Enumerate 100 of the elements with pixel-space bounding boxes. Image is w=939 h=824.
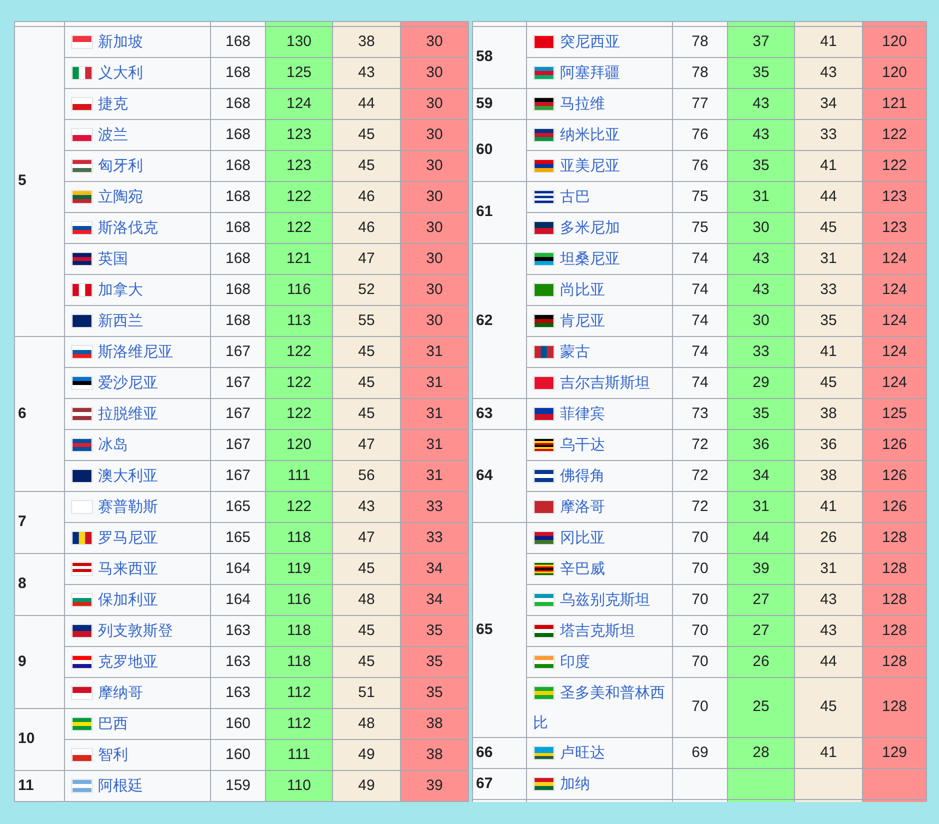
flag-icon — [71, 221, 93, 236]
flag-icon — [533, 746, 555, 760]
flag-icon — [71, 717, 93, 732]
table-cell: 123 — [862, 182, 926, 212]
table-cell: 112 — [266, 708, 332, 740]
table-cell: 128 — [862, 646, 926, 678]
table-cell: 35 — [400, 646, 468, 678]
rank-cell: 8 — [14, 554, 64, 616]
table-cell: 74 — [672, 306, 728, 336]
table-cell: 168 — [210, 244, 266, 274]
table-cell: 48 — [332, 708, 400, 740]
flag-icon — [533, 97, 555, 112]
table-cell: 122 — [862, 120, 926, 150]
table-cell: 45 — [794, 212, 862, 244]
table-cell: 33 — [794, 274, 862, 306]
table-cell: 31 — [728, 182, 794, 212]
table-cell: 41 — [794, 492, 862, 522]
table-cell: 125 — [862, 398, 926, 430]
table-cell: 31 — [400, 336, 468, 368]
table-cell: 70 — [672, 616, 728, 646]
table-cell: 34 — [400, 584, 468, 616]
table-cell: 160 — [210, 708, 266, 740]
table-cell: 130 — [266, 26, 332, 58]
table-cell — [728, 768, 794, 800]
flag-icon — [533, 562, 555, 576]
table-cell: 49 — [332, 740, 400, 770]
table-cell: 120 — [862, 58, 926, 88]
table-cell: 45 — [332, 150, 400, 182]
table-cell: 74 — [672, 336, 728, 368]
table-cell: 30 — [400, 88, 468, 120]
table-cell: 128 — [862, 584, 926, 616]
table-cell: 43 — [728, 274, 794, 306]
table-cell: 45 — [332, 616, 400, 646]
table-cell: 27 — [728, 584, 794, 616]
rank-cell: 67 — [472, 768, 526, 800]
table-cell: 33 — [728, 336, 794, 368]
rank-cell: 7 — [14, 492, 64, 554]
flag-icon — [533, 283, 555, 298]
flag-icon — [71, 283, 93, 298]
flag-icon — [71, 66, 93, 80]
table-cell: 35 — [728, 398, 794, 430]
table-cell: 45 — [794, 678, 862, 738]
flag-icon — [71, 252, 93, 266]
table-cell: 124 — [862, 306, 926, 336]
table-cell: 35 — [728, 58, 794, 88]
table-cell: 70 — [672, 678, 728, 738]
table-cell: 159 — [210, 770, 266, 802]
rank-cell: 61 — [472, 182, 526, 244]
table-cell: 164 — [210, 584, 266, 616]
table-cell: 43 — [332, 492, 400, 522]
table-cell: 111 — [266, 740, 332, 770]
table-cell: 47 — [332, 522, 400, 554]
rank-cell: 5 — [14, 26, 64, 336]
table-cell: 31 — [400, 460, 468, 492]
table-cell: 168 — [210, 26, 266, 58]
table-cell: 126 — [862, 430, 926, 460]
table-cell: 122 — [266, 212, 332, 244]
table-cell: 43 — [794, 584, 862, 616]
flag-icon — [71, 345, 93, 360]
table-cell: 39 — [728, 554, 794, 584]
table-cell: 30 — [400, 120, 468, 150]
table-cell: 128 — [862, 678, 926, 738]
table-cell: 44 — [332, 88, 400, 120]
rank-cell: 62 — [472, 244, 526, 398]
table-cell: 30 — [728, 212, 794, 244]
table-cell: 29 — [728, 368, 794, 398]
table-cell: 168 — [210, 88, 266, 120]
table-cell: 39 — [400, 770, 468, 802]
flag-icon — [71, 35, 93, 50]
table-cell: 75 — [672, 182, 728, 212]
table-cell: 123 — [266, 150, 332, 182]
table-cell: 113 — [266, 306, 332, 336]
table-cell: 168 — [210, 150, 266, 182]
table-cell: 76 — [672, 120, 728, 150]
table-cell: 168 — [210, 306, 266, 336]
table-cell: 30 — [400, 306, 468, 336]
table-cell: 122 — [266, 182, 332, 212]
table-cell: 124 — [862, 274, 926, 306]
table-cell: 125 — [266, 58, 332, 88]
table-cell: 119 — [266, 554, 332, 584]
table-cell: 49 — [332, 770, 400, 802]
table-cell: 74 — [672, 244, 728, 274]
table-cell: 70 — [672, 646, 728, 678]
table-cell: 77 — [672, 88, 728, 120]
table-cell: 35 — [400, 616, 468, 646]
flag-icon — [71, 438, 93, 452]
table-cell: 30 — [400, 26, 468, 58]
table-cell: 38 — [794, 398, 862, 430]
table-cell: 44 — [794, 182, 862, 212]
rank-cell: 64 — [472, 430, 526, 522]
table-cell: 76 — [672, 150, 728, 182]
table-cell: 122 — [266, 398, 332, 430]
rank-cell: 58 — [472, 26, 526, 88]
table-cell — [794, 768, 862, 800]
table-cell: 43 — [728, 244, 794, 274]
table-cell: 36 — [794, 430, 862, 460]
table-cell: 168 — [210, 212, 266, 244]
flag-icon — [533, 314, 555, 328]
table-cell: 41 — [794, 738, 862, 769]
table-cell: 165 — [210, 492, 266, 522]
